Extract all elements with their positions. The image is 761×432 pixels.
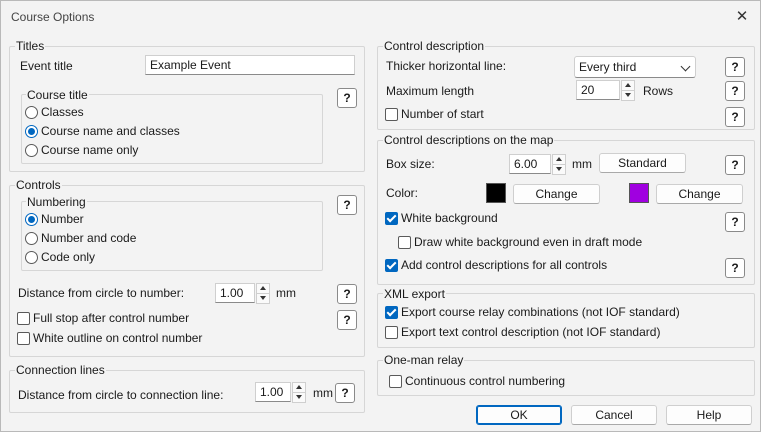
radio-classes-label: Classes [41,105,84,119]
draft-mode-checkbox[interactable] [398,236,411,249]
thicker-line-label: Thicker horizontal line: [386,59,507,73]
all-controls-label: Add control descriptions for all control… [401,258,608,272]
descriptions-on-map-group-label: Control descriptions on the map [383,133,555,147]
color-swatch-purple [629,183,649,203]
full-stop-checkbox[interactable] [17,312,30,325]
number-of-start-label: Number of start [401,107,484,121]
number-of-start-help-button[interactable]: ? [725,107,745,127]
export-text-desc-label: Export text control description (not IOF… [401,325,661,339]
event-title-label: Event title [20,59,73,73]
circle-to-number-input[interactable]: 1.00 [215,283,255,303]
white-outline-checkbox[interactable] [17,332,30,345]
circle-to-number-stepper[interactable] [256,283,270,304]
radio-number-label: Number [41,212,84,226]
radio-course-name-and-classes-label: Course name and classes [41,124,180,138]
color-label: Color: [386,186,419,200]
stepper-down-icon[interactable] [292,392,306,403]
full-stop-label: Full stop after control number [33,311,190,325]
event-title-input[interactable]: Example Event [145,55,355,75]
max-length-help-button[interactable]: ? [725,81,745,101]
radio-course-name-only-label: Course name only [41,143,139,157]
thicker-line-value: Every third [579,60,637,74]
radio-classes[interactable] [25,106,38,119]
thicker-line-help-button[interactable]: ? [725,57,745,77]
help-button[interactable]: Help [666,405,752,425]
circle-to-line-stepper[interactable] [292,382,306,403]
export-relay-checkbox[interactable] [385,306,398,319]
continuous-numbering-checkbox[interactable] [389,375,402,388]
circle-to-number-help-button[interactable]: ? [337,284,357,304]
stepper-down-icon[interactable] [256,293,270,304]
white-background-label: White background [401,211,498,225]
white-background-help-button[interactable]: ? [725,212,745,232]
radio-number-and-code[interactable] [25,232,38,245]
course-title-help-button[interactable]: ? [337,88,357,108]
change-color-button-1[interactable]: Change [513,184,600,204]
radio-number-and-code-label: Number and code [41,231,137,245]
circle-to-number-unit: mm [276,286,296,300]
circle-to-number-label: Distance from circle to number: [18,286,185,300]
number-of-start-checkbox[interactable] [385,108,398,121]
connection-lines-group-label: Connection lines [15,363,106,377]
radio-code-only[interactable] [25,251,38,264]
continuous-numbering-label: Continuous control numbering [405,374,566,388]
radio-number[interactable] [25,213,38,226]
chevron-down-icon [680,61,691,72]
ok-button[interactable]: OK [476,405,562,425]
circle-to-line-label: Distance from circle to connection line: [18,388,224,402]
standard-button[interactable]: Standard [599,153,686,173]
max-length-stepper[interactable] [621,80,635,101]
max-length-label: Maximum length [386,84,475,98]
title-bar: Course Options ✕ [1,1,760,33]
all-controls-help-button[interactable]: ? [725,258,745,278]
control-description-group-label: Control description [383,39,486,53]
white-outline-label: White outline on control number [33,331,203,345]
radio-code-only-label: Code only [41,250,96,264]
box-size-unit: mm [572,157,592,171]
titles-group-label: Titles [15,39,46,53]
numbering-help-button[interactable]: ? [337,195,357,215]
one-man-relay-group-label: One-man relay [383,353,465,367]
thicker-line-select[interactable]: Every third [574,56,696,78]
circle-to-line-help-button[interactable]: ? [335,383,355,403]
white-background-checkbox[interactable] [385,212,398,225]
window-title: Course Options [11,10,95,24]
cancel-button[interactable]: Cancel [571,405,657,425]
box-size-help-button[interactable]: ? [725,155,745,175]
box-size-stepper[interactable] [552,154,566,175]
stepper-down-icon[interactable] [621,90,635,101]
full-stop-help-button[interactable]: ? [337,310,357,330]
max-length-input[interactable]: 20 [576,80,620,100]
circle-to-line-input[interactable]: 1.00 [255,382,291,402]
draft-mode-label: Draw white background even in draft mode [414,235,643,249]
max-length-unit: Rows [643,84,674,98]
controls-group-label: Controls [15,178,62,192]
circle-to-line-unit: mm [313,386,333,400]
course-title-group-label: Course title [26,88,89,102]
course-options-dialog: Course Options ✕ Titles Event title Exam… [0,0,761,432]
box-size-input[interactable]: 6.00 [509,154,551,174]
color-swatch-black [486,183,506,203]
radio-course-name-only[interactable] [25,144,38,157]
change-color-button-2[interactable]: Change [656,184,743,204]
close-icon[interactable]: ✕ [730,5,754,29]
xml-export-group-label: XML export [383,287,446,301]
export-relay-label: Export course relay combinations (not IO… [401,305,680,319]
radio-course-name-and-classes[interactable] [25,125,38,138]
box-size-label: Box size: [386,157,435,171]
export-text-desc-checkbox[interactable] [385,326,398,339]
numbering-group-label: Numbering [26,195,87,209]
all-controls-checkbox[interactable] [385,259,398,272]
stepper-down-icon[interactable] [552,164,566,175]
